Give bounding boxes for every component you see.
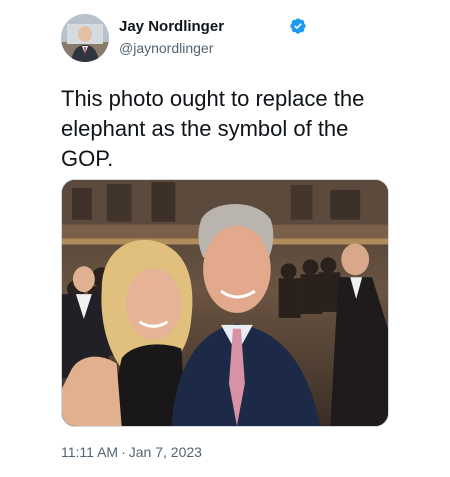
tweet-time: 11:11 AM [61,444,119,460]
tweet-photo[interactable] [61,179,389,427]
avatar-photo-icon [61,14,109,62]
selfie-photo-icon [62,180,388,426]
author-avatar[interactable] [61,14,109,62]
tweet-text: This photo ought to replace the elephant… [61,86,365,171]
tweet-timestamp[interactable]: 11:11 AM · Jan 7, 2023 [61,444,202,460]
author-handle[interactable]: @jaynordlinger [119,40,213,56]
author-name[interactable]: Jay Nordlinger [119,18,224,35]
tweet-header: Jay Nordlinger @jaynordlinger [61,14,401,64]
verified-badge-icon [290,18,306,34]
tweet-date: Jan 7, 2023 [128,444,202,460]
timestamp-separator: · [121,444,126,460]
